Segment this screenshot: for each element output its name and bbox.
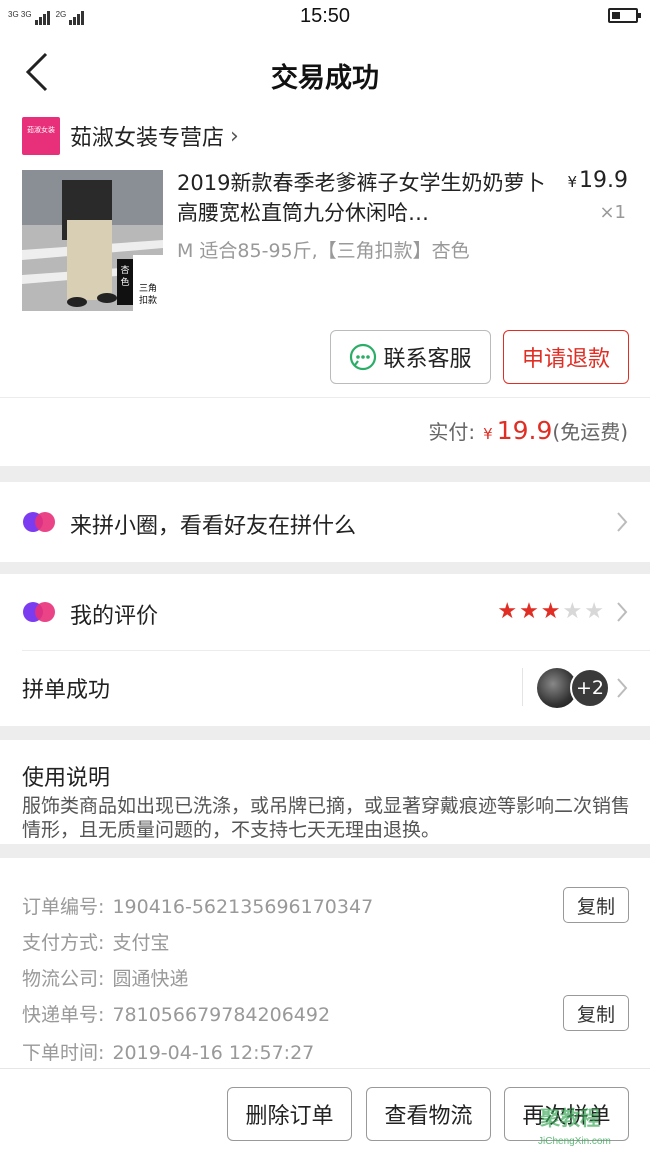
vertical-divider <box>522 668 523 706</box>
image-tag-white-text: 三角扣款 <box>138 284 157 306</box>
chevron-right-icon <box>617 512 628 532</box>
friend-circle-row[interactable]: 来拼小圈，看看好友在拼什么 <box>0 482 650 562</box>
watermark: 聚教程 JiChengXin.com <box>530 1102 650 1152</box>
star-filled-icon: ★ <box>540 599 561 624</box>
order-info-card: 订单编号: 190416-562135696170347 复制 支付方式: 支付… <box>0 858 650 1068</box>
chevron-right-icon <box>617 678 628 698</box>
copy-label: 复制 <box>576 895 615 918</box>
friend-circle-text: 来拼小圈，看看好友在拼什么 <box>70 514 357 539</box>
payment-method-value: 支付宝 <box>112 932 170 954</box>
more-members-badge: +2 <box>570 668 610 708</box>
price-symbol: ¥ <box>567 173 578 191</box>
request-refund-button[interactable]: 申请退款 <box>503 330 629 384</box>
my-review-label: 我的评价 <box>70 604 159 629</box>
status-time: 15:50 <box>299 5 351 27</box>
order-number-label: 订单编号: <box>22 896 105 918</box>
tracking-number-value: 781056679784206492 <box>112 1004 331 1026</box>
nav-bar: 交易成功 <box>0 36 650 110</box>
image-tag-black: 杏色 <box>117 259 133 305</box>
divider <box>0 397 650 398</box>
tracking-number-row: 快递单号: 781056679784206492 <box>22 1000 330 1027</box>
shipping-note: (免运费) <box>552 420 628 444</box>
paid-amount: 19.9 <box>496 416 553 445</box>
watermark-main: 聚教程 <box>540 1106 600 1130</box>
request-refund-label: 申请退款 <box>521 347 610 372</box>
product-spec: M 适合85-95斤,【三角扣款】杏色 <box>177 240 470 262</box>
logistics-company-row: 物流公司: 圆通快递 <box>22 964 188 991</box>
order-number-value: 190416-562135696170347 <box>112 896 374 918</box>
contact-service-button[interactable]: 联系客服 <box>330 330 491 384</box>
battery-icon <box>608 8 641 23</box>
contact-service-label: 联系客服 <box>383 347 472 372</box>
delete-order-label: 删除订单 <box>245 1104 334 1129</box>
page-title: 交易成功 <box>271 63 379 94</box>
logistics-company-label: 物流公司: <box>22 968 105 990</box>
watermark-sub: JiChengXin.com <box>538 1136 611 1147</box>
circle-logo-icon <box>23 512 55 532</box>
star-empty-icon: ★ <box>584 599 604 624</box>
star-filled-icon: ★ <box>497 599 518 624</box>
rating-stars: ★ ★ ★ ★ ★ <box>497 601 604 623</box>
chevron-right-icon: › <box>230 123 239 149</box>
product-quantity: ×1 <box>599 202 626 223</box>
usage-body: 服饰类商品如出现已洗涤，或吊牌已摘，或显著穿戴痕迹等影响二次销售情形，且无质量问… <box>22 795 631 841</box>
logistics-company-value: 圆通快递 <box>112 968 189 990</box>
payment-method-label: 支付方式: <box>22 932 105 954</box>
group-success-label: 拼单成功 <box>22 678 111 703</box>
star-filled-icon: ★ <box>519 599 539 624</box>
copy-label: 复制 <box>576 1003 615 1026</box>
status-bar: 3G 3G 2G 15:50 <box>0 0 650 36</box>
shop-logo-text: 茹淑女装 <box>27 126 55 134</box>
usage-title: 使用说明 <box>22 766 111 791</box>
shop-name: 茹淑女装专营店 <box>70 126 225 151</box>
product-title[interactable]: 2019新款春季老爹裤子女学生奶奶萝卜高腰宽松直筒九分休闲哈… <box>177 168 547 228</box>
order-card: 茹淑女装 茹淑女装专营店 › 三角扣款 杏色 2019新款春季老爹裤子女学生奶奶… <box>0 110 650 466</box>
shop-link[interactable]: 茹淑女装 茹淑女装专营店 › <box>22 116 239 156</box>
payment-method-row: 支付方式: 支付宝 <box>22 928 169 955</box>
shop-logo: 茹淑女装 <box>22 117 60 155</box>
review-card: 我的评价 ★ ★ ★ ★ ★ 拼单成功 +2 <box>0 574 650 726</box>
order-time-label: 下单时间: <box>22 1042 105 1064</box>
usage-notes-card: 使用说明 服饰类商品如出现已洗涤，或吊牌已摘，或显著穿戴痕迹等影响二次销售情形，… <box>0 740 650 844</box>
order-time-row: 下单时间: 2019-04-16 12:57:27 <box>22 1038 314 1065</box>
product-image[interactable]: 三角扣款 杏色 <box>22 170 163 311</box>
price-value: 19.9 <box>579 168 628 193</box>
copy-tracking-number-button[interactable]: 复制 <box>563 995 629 1031</box>
star-empty-icon: ★ <box>562 599 583 624</box>
product-price: ¥19.9 <box>567 168 628 193</box>
image-tag-white: 三角扣款 <box>133 255 163 311</box>
tracking-number-label: 快递单号: <box>22 1004 105 1026</box>
order-number-row: 订单编号: 190416-562135696170347 <box>22 892 373 919</box>
view-logistics-button[interactable]: 查看物流 <box>366 1087 491 1141</box>
order-time-value: 2019-04-16 12:57:27 <box>112 1042 315 1064</box>
chat-icon <box>350 343 377 371</box>
chevron-right-icon <box>617 602 628 622</box>
paid-label: 实付: <box>428 420 476 444</box>
review-logo-icon <box>23 602 55 622</box>
copy-order-number-button[interactable]: 复制 <box>563 887 629 923</box>
delete-order-button[interactable]: 删除订单 <box>227 1087 352 1141</box>
my-review-row[interactable]: 我的评价 ★ ★ ★ ★ ★ <box>0 574 650 650</box>
view-logistics-label: 查看物流 <box>384 1104 473 1129</box>
paid-symbol: ¥ <box>483 425 493 443</box>
payment-summary: 实付: ¥19.9(免运费) <box>428 416 628 445</box>
